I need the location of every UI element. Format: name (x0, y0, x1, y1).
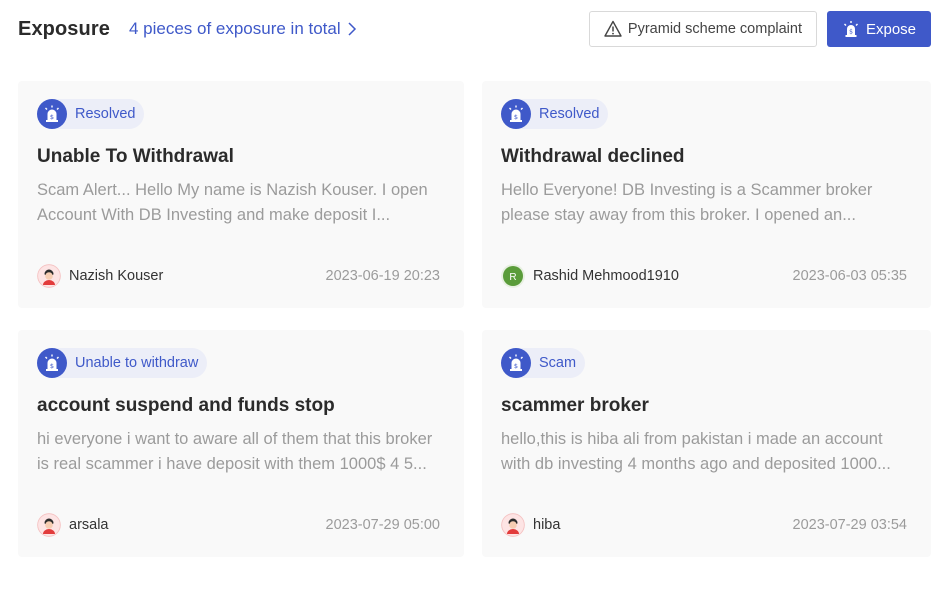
status-label: Scam (539, 355, 577, 371)
svg-text:$: $ (849, 29, 853, 36)
card-description: Scam Alert... Hello My name is Nazish Ko… (37, 181, 428, 224)
card-title: Withdrawal declined (501, 146, 685, 167)
user-avatar-icon (501, 513, 525, 537)
exposure-grid: $ Resolved Unable To Withdrawal Scam Ale… (18, 81, 931, 557)
pyramid-complaint-label: Pyramid scheme complaint (627, 21, 802, 37)
exposure-header: Exposure 4 pieces of exposure in total P… (18, 10, 931, 48)
card-title: Unable To Withdrawal (37, 146, 234, 167)
status-label: Unable to withdraw (75, 355, 199, 371)
card-title: account suspend and funds stop (37, 395, 335, 416)
post-date: 2023-07-29 03:54 (792, 517, 908, 533)
chevron-right-icon (348, 22, 356, 36)
warning-icon (604, 20, 622, 37)
avatar-letter: R (509, 272, 516, 283)
user-avatar-icon (37, 264, 61, 288)
total-exposure-link[interactable]: 4 pieces of exposure in total (129, 19, 357, 39)
card-footer: R Rashid Mehmood1910 2023-06-03 05:35 (501, 264, 907, 288)
letter-avatar-icon: R (501, 264, 525, 288)
pyramid-complaint-button[interactable]: Pyramid scheme complaint (588, 11, 817, 47)
post-date: 2023-06-03 05:35 (792, 268, 908, 284)
status-label: Resolved (75, 106, 136, 122)
user-avatar-icon (37, 513, 61, 537)
card-description: hi everyone i want to aware all of them … (37, 430, 433, 473)
status-badge: $ Resolved (501, 99, 609, 129)
page-title: Exposure (18, 17, 110, 40)
author-name: Nazish Kouser (69, 268, 164, 284)
status-label: Resolved (539, 106, 600, 122)
alarm-badge-icon: $ (37, 348, 67, 378)
card-description: Hello Everyone! DB Investing is a Scamme… (501, 181, 873, 224)
total-exposure-label: 4 pieces of exposure in total (128, 19, 341, 38)
alarm-badge-icon: $ (37, 99, 67, 129)
card-description: hello,this is hiba ali from pakistan i m… (501, 430, 891, 473)
status-badge: $ Resolved (37, 99, 145, 129)
exposure-card[interactable]: $ Unable to withdraw account suspend and… (18, 330, 464, 557)
svg-text:$: $ (514, 362, 518, 370)
author-name: hiba (533, 517, 561, 533)
svg-text:$: $ (514, 113, 518, 121)
card-footer: arsala 2023-07-29 05:00 (37, 513, 440, 537)
card-title: scammer broker (501, 395, 649, 416)
author-name: arsala (69, 517, 109, 533)
alarm-badge-icon: $ (501, 99, 531, 129)
exposure-card[interactable]: $ Resolved Withdrawal declined Hello Eve… (482, 81, 931, 308)
alarm-icon: $ (843, 21, 858, 37)
post-date: 2023-06-19 20:23 (325, 268, 441, 284)
expose-label: Expose (865, 20, 917, 38)
svg-text:$: $ (50, 113, 54, 121)
status-badge: $ Unable to withdraw (37, 348, 208, 378)
exposure-card[interactable]: $ Scam scammer broker hello,this is hiba… (482, 330, 931, 557)
post-date: 2023-07-29 05:00 (325, 517, 441, 533)
card-footer: hiba 2023-07-29 03:54 (501, 513, 907, 537)
card-footer: Nazish Kouser 2023-06-19 20:23 (37, 264, 440, 288)
expose-button[interactable]: $ Expose (827, 11, 931, 47)
svg-text:$: $ (50, 362, 54, 370)
exposure-card[interactable]: $ Resolved Unable To Withdrawal Scam Ale… (18, 81, 464, 308)
status-badge: $ Scam (501, 348, 586, 378)
alarm-badge-icon: $ (501, 348, 531, 378)
author-name: Rashid Mehmood1910 (533, 268, 679, 284)
